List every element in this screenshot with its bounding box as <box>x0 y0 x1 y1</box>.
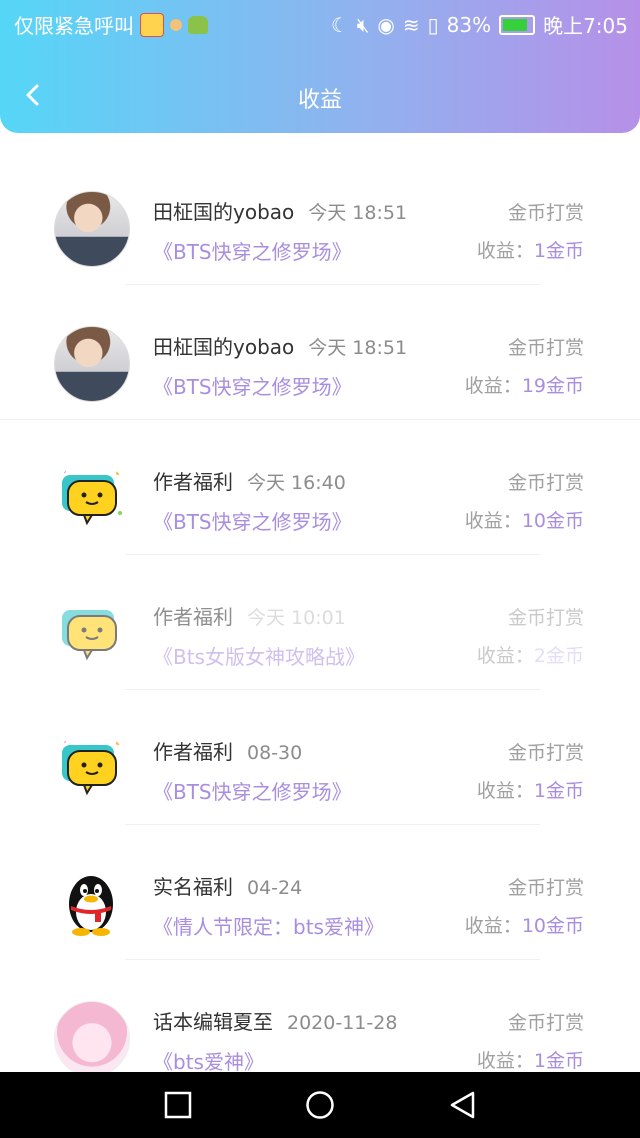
carrier-text: 仅限紧急呼叫 <box>14 14 134 38</box>
chat-bubble-icon <box>62 469 122 526</box>
type-label: 金币打赏 <box>507 607 584 629</box>
earn-label: 收益： <box>464 510 522 532</box>
type-label: 金币打赏 <box>507 202 584 224</box>
type-label: 金币打赏 <box>507 1012 584 1034</box>
earn-label: 收益： <box>476 240 534 262</box>
user-name: 作者福利 <box>153 740 233 764</box>
moon-icon: ☾ <box>330 12 349 37</box>
timestamp: 今天 18:51 <box>308 337 408 359</box>
avatar[interactable] <box>54 596 128 670</box>
home-button[interactable] <box>305 1090 335 1120</box>
recents-button[interactable] <box>163 1090 193 1120</box>
square-icon <box>164 1091 192 1119</box>
triangle-back-icon <box>450 1091 475 1119</box>
earnings-list[interactable]: 田柾国的yobao 今天 18:51 金币打赏 《BTS快穿之修罗场》 收益：1金… <box>0 150 640 1072</box>
mute-icon: 🔇︎ <box>356 12 370 37</box>
earn-amount: 10金币 <box>521 915 584 937</box>
type-label: 金币打赏 <box>507 337 584 359</box>
avatar[interactable] <box>54 326 130 402</box>
timestamp: 今天 16:40 <box>247 472 346 494</box>
wifi-icon: ≋ <box>402 12 420 37</box>
earn-amount: 2金币 <box>533 645 584 667</box>
earn-amount: 1金币 <box>533 1050 584 1072</box>
type-label: 金币打赏 <box>507 472 584 494</box>
timestamp: 今天 18:51 <box>308 202 408 224</box>
weibo-icon <box>140 12 164 37</box>
user-name: 田柾国的yobao <box>153 335 295 359</box>
earn-label: 收益： <box>464 915 522 937</box>
earn-label: 收益： <box>476 645 534 667</box>
avatar[interactable] <box>54 866 128 940</box>
book-title[interactable]: 《BTS快穿之修罗场》 <box>153 371 352 400</box>
book-title[interactable]: 《情人节限定：bts爱神》 <box>153 911 384 940</box>
timestamp: 今天 10:01 <box>247 607 346 629</box>
list-item[interactable]: 田柾国的yobao 今天 18:51 金币打赏 《BTS快穿之修罗场》 收益：1金… <box>0 150 640 285</box>
list-item[interactable]: 田柾国的yobao 今天 18:51 金币打赏 《BTS快穿之修罗场》 收益：19… <box>0 285 640 420</box>
earn-label: 收益： <box>464 375 522 397</box>
avatar[interactable] <box>54 461 128 535</box>
list-item[interactable]: 实名福利 04-24 金币打赏 《情人节限定：bts爱神》 收益：10金币 <box>0 825 640 960</box>
earn-label: 收益： <box>476 780 534 802</box>
user-name: 田柾国的yobao <box>153 200 295 224</box>
avatar[interactable] <box>54 191 130 267</box>
avatar[interactable] <box>54 731 128 805</box>
book-title[interactable]: 《Bts女版女神攻略战》 <box>153 641 365 670</box>
system-nav-bar <box>0 1072 640 1138</box>
clock: 晚上7:05 <box>543 14 628 38</box>
earn-label: 收益： <box>476 1050 534 1072</box>
user-name: 实名福利 <box>153 875 233 899</box>
earn-amount: 1金币 <box>533 780 584 802</box>
user-name: 作者福利 <box>153 605 233 629</box>
back-nav-button[interactable] <box>448 1090 478 1120</box>
list-item[interactable]: 作者福利 今天 16:40 金币打赏 《BTS快穿之修罗场》 收益：10金币 <box>0 420 640 555</box>
book-title[interactable]: 《BTS快穿之修罗场》 <box>153 506 352 535</box>
header-bar: 仅限紧急呼叫 ☾ 🔇︎ ◉ ≋ ▯ 83% 晚上7:05 收益 <box>0 0 640 133</box>
list-item[interactable]: 作者福利 今天 10:01 金币打赏 《Bts女版女神攻略战》 收益：2金币 <box>0 555 640 690</box>
earn-amount: 10金币 <box>521 510 584 532</box>
android-icon <box>188 15 208 34</box>
qq-penguin-icon <box>69 876 113 936</box>
status-bar: 仅限紧急呼叫 ☾ 🔇︎ ◉ ≋ ▯ 83% 晚上7:05 <box>0 0 640 44</box>
timestamp: 2020-11-28 <box>287 1012 398 1034</box>
chat-bubble-icon <box>62 739 120 796</box>
book-title[interactable]: 《BTS快穿之修罗场》 <box>153 236 352 265</box>
earn-amount: 1金币 <box>533 240 584 262</box>
timestamp: 08-30 <box>247 742 303 764</box>
sim-icon: ▯ <box>427 12 439 37</box>
avatar[interactable] <box>54 1001 130 1072</box>
type-label: 金币打赏 <box>507 877 584 899</box>
book-title[interactable]: 《bts爱神》 <box>153 1046 264 1072</box>
book-title[interactable]: 《BTS快穿之修罗场》 <box>153 776 352 805</box>
notification-icon <box>170 18 182 31</box>
user-name: 话本编辑夏至 <box>153 1010 273 1034</box>
battery-percent: 83% <box>446 12 492 37</box>
list-item[interactable]: 作者福利 08-30 金币打赏 《BTS快穿之修罗场》 收益：1金币 <box>0 690 640 825</box>
type-label: 金币打赏 <box>507 742 584 764</box>
page-title: 收益 <box>297 88 342 113</box>
user-name: 作者福利 <box>153 470 233 494</box>
earn-amount: 19金币 <box>521 375 584 397</box>
circle-icon <box>306 1091 334 1119</box>
eye-icon: ◉ <box>377 12 395 37</box>
chat-bubble-icon <box>62 610 117 661</box>
battery-icon <box>499 14 536 35</box>
timestamp: 04-24 <box>247 877 303 899</box>
list-item[interactable]: 话本编辑夏至 2020-11-28 金币打赏 《bts爱神》 收益：1金币 <box>0 960 640 1072</box>
